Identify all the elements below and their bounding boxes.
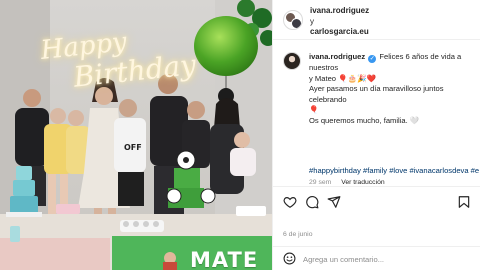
caption-username[interactable]: ivana.rodriguez [309, 52, 365, 61]
comment-input[interactable] [303, 252, 473, 266]
bookmark-icon[interactable] [457, 195, 471, 209]
collab-avatar[interactable] [283, 10, 303, 30]
post-photo[interactable]: OFF Happy Birthday MATE [0, 0, 272, 270]
heart-icon[interactable] [283, 195, 297, 209]
avatar-user2 [291, 18, 302, 29]
emoji-icon[interactable] [283, 252, 296, 265]
header-conjunction: y [310, 17, 314, 26]
caption-avatar[interactable] [283, 52, 301, 70]
translate-link[interactable]: Ver traducción [341, 179, 384, 186]
caption-text-5: Os queremos mucho, familia. 🤍 [309, 115, 420, 125]
post-time: 29 sem [309, 179, 332, 186]
verified-badge-icon: ✓ [368, 55, 377, 63]
comment-row [273, 246, 480, 270]
caption-text-3: Ayer pasamos un día maravilloso juntos c… [309, 84, 444, 104]
post-info-pane: ivana.rodriguez y carlosgarcia.eu ivana.… [272, 0, 480, 270]
caption-body: ivana.rodriguez ✓ Felices 6 años de vida… [309, 52, 479, 126]
svg-text:OFF: OFF [124, 143, 142, 152]
header-username-1[interactable]: ivana.rodriguez [310, 6, 369, 15]
caption-hashtags[interactable]: #happybirthday #family #love #ivanacarlo… [309, 166, 479, 175]
action-bar [273, 186, 480, 216]
comment-icon[interactable] [305, 195, 319, 209]
caption-meta: 29 sem Ver traducción [309, 179, 385, 186]
banner-text: MATE [190, 248, 259, 270]
header-username-2[interactable]: carlosgarcia.eu [310, 27, 369, 36]
post-header: ivana.rodriguez y carlosgarcia.eu [273, 0, 480, 40]
post-date: 6 de junio [283, 231, 313, 238]
caption-text-4: 🎈 [309, 105, 319, 114]
share-icon[interactable] [327, 195, 341, 209]
caption-text-2: y Mateo 🎈🎂🎉❤️ [309, 73, 376, 83]
